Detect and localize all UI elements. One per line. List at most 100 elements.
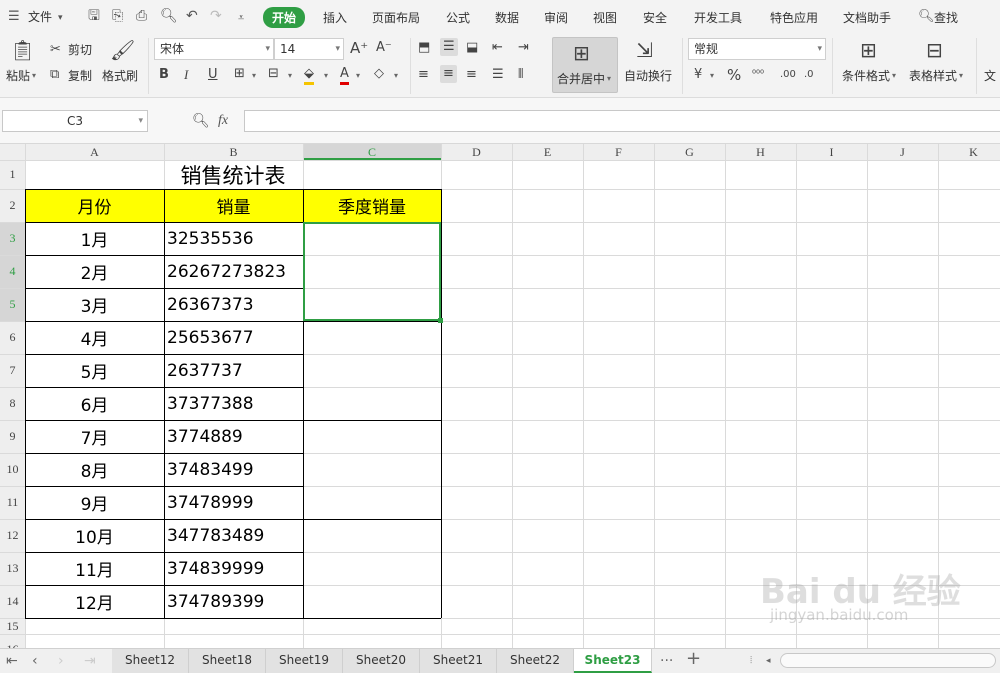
row-header-13[interactable]: 13 [0,552,25,585]
cut-button[interactable]: 剪切 [68,42,92,58]
increase-indent-icon[interactable]: ⇥ [518,40,529,56]
zoom-formula-icon[interactable]: 🔍︎ [192,110,210,132]
column-header-g[interactable]: G [654,144,725,160]
month-cell[interactable]: 4月 [25,321,164,354]
fill-color-dropdown-icon[interactable]: ▾ [324,68,328,84]
conditional-format-button[interactable]: 条件格式 [842,68,890,84]
first-sheet-icon[interactable]: ⇤ [6,652,18,670]
export-pdf-icon[interactable]: ⎘ [112,6,123,26]
file-menu-chevron-icon[interactable]: ▾ [58,8,63,28]
merge-center-button[interactable]: ⊞ 合并居中 ▾ [552,37,618,93]
font-color-dropdown-icon[interactable]: ▾ [356,68,360,84]
tab-developer[interactable]: 开发工具 [694,9,742,26]
percent-icon[interactable]: % [727,67,741,83]
tab-insert[interactable]: 插入 [323,9,347,26]
distributed-align-icon[interactable]: ⫴ [518,67,523,83]
table-header-sales[interactable]: 销量 [164,189,303,222]
sheet-tab-sheet19[interactable]: Sheet19 [266,649,343,673]
month-cell[interactable]: 11月 [25,552,164,585]
column-header-f[interactable]: F [583,144,654,160]
row-header-11[interactable]: 11 [0,486,25,519]
scroll-left-icon[interactable]: ◂ [766,652,771,670]
column-header-h[interactable]: H [725,144,796,160]
month-cell[interactable]: 8月 [25,453,164,486]
clear-format-dropdown-icon[interactable]: ▾ [394,68,398,84]
sales-cell[interactable]: 26267273823 [164,255,303,288]
sheet-tab-sheet21[interactable]: Sheet21 [420,649,497,673]
column-header-b[interactable]: B [164,144,303,160]
sales-cell[interactable]: 347783489 [164,519,303,552]
bold-icon[interactable]: B [159,67,169,83]
font-size-select[interactable]: 14 ▾ [274,38,344,60]
month-cell[interactable]: 6月 [25,387,164,420]
table-header-quarter-sales[interactable]: 季度销量 [303,189,441,222]
more-sheets-button[interactable]: ··· [660,652,673,670]
column-header-a[interactable]: A [25,144,164,160]
add-sheet-button[interactable]: + [686,650,701,668]
sales-cell[interactable]: 32535536 [164,222,303,255]
row-header-10[interactable]: 10 [0,453,25,486]
search-button[interactable]: 查找 [934,9,958,26]
prev-sheet-icon[interactable]: ‹ [32,652,38,670]
sales-cell[interactable]: 37483499 [164,453,303,486]
column-header-i[interactable]: I [796,144,867,160]
row-header-12[interactable]: 12 [0,519,25,552]
paste-button[interactable]: 粘贴 [6,68,30,84]
tab-review[interactable]: 审阅 [544,9,568,26]
justify-icon[interactable]: ☰ [492,67,504,83]
tab-security[interactable]: 安全 [643,9,667,26]
redo-icon[interactable]: ↷ [210,6,222,26]
row-header-14[interactable]: 14 [0,585,25,618]
currency-icon[interactable]: ¥ [694,67,702,83]
column-header-e[interactable]: E [512,144,583,160]
row-header-4[interactable]: 4 [0,255,25,288]
ribbon-truncated-button[interactable]: 文 [984,68,996,84]
table-header-month[interactable]: 月份 [25,189,164,222]
print-preview-icon[interactable]: 🔍︎ [160,6,178,26]
decrease-indent-icon[interactable]: ⇤ [492,40,503,56]
sales-cell[interactable]: 26367373 [164,288,303,321]
sales-cell[interactable]: 2637737 [164,354,303,387]
hamburger-menu-icon[interactable]: ☰ [8,7,20,27]
table-style-icon[interactable]: ⊟ [926,39,943,61]
sales-cell[interactable]: 37478999 [164,486,303,519]
month-cell[interactable]: 3月 [25,288,164,321]
font-name-select[interactable]: 宋体 ▾ [154,38,274,60]
month-cell[interactable]: 7月 [25,420,164,453]
conditional-format-icon[interactable]: ⊞ [860,39,877,61]
row-header-2[interactable]: 2 [0,189,25,222]
sales-cell[interactable]: 374789399 [164,585,303,618]
next-sheet-icon[interactable]: › [58,652,64,670]
wrap-text-button[interactable]: 自动换行 [624,68,672,84]
borders-dropdown-icon[interactable]: ▾ [252,68,256,84]
align-top-icon[interactable]: ⬒ [418,40,430,56]
formula-input[interactable] [244,110,1000,132]
month-cell[interactable]: 10月 [25,519,164,552]
tab-view[interactable]: 视图 [593,9,617,26]
italic-icon[interactable]: I [184,67,188,83]
row-header-6[interactable]: 6 [0,321,25,354]
tab-document-assistant[interactable]: 文档助手 [843,9,891,26]
tab-special-features[interactable]: 特色应用 [770,9,818,26]
row-header-5[interactable]: 5 [0,288,25,321]
decrease-font-size-icon[interactable]: A⁻ [376,40,392,56]
cell-style-dropdown-icon[interactable]: ▾ [288,68,292,84]
sales-cell[interactable]: 25653677 [164,321,303,354]
table-style-button[interactable]: 表格样式 [909,68,957,84]
clear-format-icon[interactable]: ◇ [374,66,384,82]
sales-cell[interactable]: 37377388 [164,387,303,420]
sales-cell[interactable]: 3774889 [164,420,303,453]
row-header-3[interactable]: 3 [0,222,25,255]
search-icon[interactable]: 🔍︎ [918,7,935,27]
month-cell[interactable]: 9月 [25,486,164,519]
cell-style-icon[interactable]: ⊟ [268,66,279,82]
align-center-icon[interactable]: ≡ [440,65,457,83]
file-menu[interactable]: 文件 [28,8,52,25]
number-format-select[interactable]: 常规 ▾ [688,38,826,60]
sheet-tab-sheet12[interactable]: Sheet12 [112,649,189,673]
increase-font-size-icon[interactable]: A⁺ [350,40,368,56]
month-cell[interactable]: 5月 [25,354,164,387]
month-cell[interactable]: 12月 [25,585,164,618]
table-title[interactable]: 销售统计表 [25,160,441,189]
format-painter-icon[interactable]: 🖌︎ [110,39,135,61]
